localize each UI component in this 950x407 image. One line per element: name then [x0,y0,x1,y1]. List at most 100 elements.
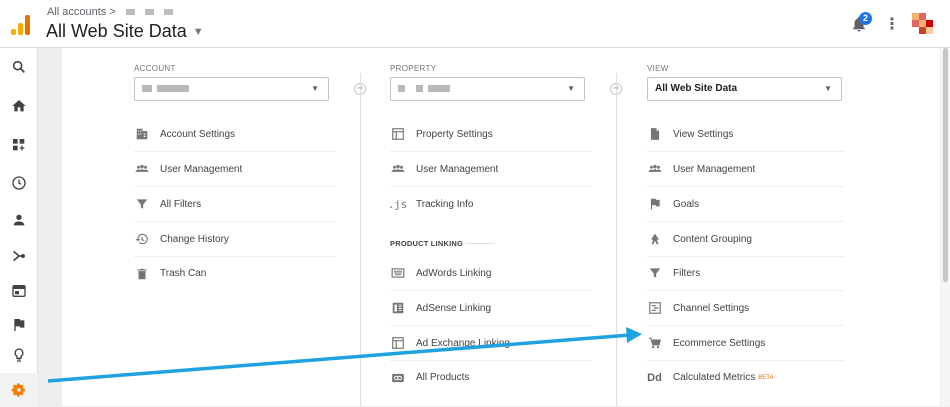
property-select[interactable]: ▼ [390,77,585,101]
account-user-management-item[interactable]: User Management [134,152,336,187]
beta-badge: BETA [758,374,774,381]
item-label: Goals [673,198,700,210]
all-filters-item[interactable]: All Filters [134,187,336,222]
notification-badge: 2 [859,12,872,25]
trash-can-item[interactable]: Trash Can [134,256,336,291]
item-label: Account Settings [160,128,236,140]
flag-icon [647,197,662,212]
page-title: All Web Site Data [46,21,187,41]
view-label: VIEW [647,64,669,73]
property-user-management-item[interactable]: User Management [390,152,592,187]
item-label: View Settings [673,128,734,140]
view-settings-item[interactable]: View Settings [647,117,844,152]
redacted-block [163,9,173,15]
tracking-info-item[interactable]: .js Tracking Info [387,187,592,222]
person-icon [13,214,25,226]
nav-acquisition[interactable] [0,239,38,273]
item-label: User Management [673,163,756,175]
nav-customization[interactable] [0,128,38,162]
item-label: Change History [160,233,229,245]
change-history-item[interactable]: Change History [134,222,336,257]
redacted-block [398,84,405,92]
breadcrumb[interactable]: All accounts > [47,6,173,18]
calculated-metrics-item[interactable]: Dd Calculated Metrics BETA [647,360,844,395]
view-select-value: All Web Site Data [655,83,738,94]
content-grouping-item[interactable]: Content Grouping [647,222,844,257]
keyboard-icon [390,266,405,281]
ad-exchange-linking-item[interactable]: Ad Exchange Linking [390,326,592,361]
all-products-item[interactable]: All Products [390,360,592,395]
link-icon [390,370,405,385]
redacted-block [157,84,189,92]
item-label: User Management [416,163,499,175]
users-icon [134,162,149,177]
ecommerce-settings-item[interactable]: Ecommerce Settings [647,326,844,361]
section-divider [465,243,495,244]
search-icon [12,60,25,73]
cart-icon [647,336,662,351]
filter-icon [134,197,149,212]
item-label: Trash Can [160,268,207,279]
property-settings-item[interactable]: Property Settings [390,117,592,152]
nav-admin[interactable] [0,373,38,407]
window-icon [390,336,405,351]
account-label: ACCOUNT [134,64,176,73]
scrollbar[interactable] [941,48,950,406]
filters-item[interactable]: Filters [647,256,844,291]
admin-panel: ACCOUNT ▼ ➜ Account Settings User Manage… [62,48,940,406]
account-select[interactable]: ▼ [134,77,329,101]
goals-item[interactable]: Goals [647,187,844,222]
window-icon [390,127,405,142]
redacted-block [125,9,135,15]
scrollbar-thumb[interactable] [943,48,948,282]
redacted-block [428,84,450,92]
view-select[interactable]: All Web Site Data ▼ [647,77,842,101]
nav-discover[interactable] [0,338,38,372]
item-label: Ad Exchange Linking [416,337,510,349]
view-selector[interactable]: All Web Site Data ▼ [46,21,204,42]
redacted-block [416,84,423,92]
trash-icon [134,266,149,281]
users-icon [647,162,662,177]
clock-icon [12,176,26,190]
nav-audience[interactable] [0,203,38,237]
avatar[interactable] [912,13,934,35]
nav-realtime[interactable] [0,166,38,200]
acquisition-icon [13,250,25,262]
item-label: Property Settings [416,128,493,140]
item-label: All Filters [160,198,202,210]
item-label: AdSense Linking [416,302,492,314]
caret-down-icon: ▼ [824,84,832,93]
more-vert-icon[interactable]: ⋮ [884,14,900,34]
item-label: Content Grouping [673,233,752,245]
redacted-block [144,9,154,15]
item-label: Tracking Info [416,199,474,210]
account-settings-item[interactable]: Account Settings [134,117,336,152]
item-label: Filters [673,267,701,279]
gear-icon [11,383,25,397]
nav-behavior[interactable] [0,274,38,308]
nav-home[interactable] [0,89,38,123]
nav-conversions[interactable] [0,308,38,342]
property-label: PROPERTY [390,64,437,73]
channel-settings-item[interactable]: Channel Settings [647,291,844,326]
breadcrumb-text[interactable]: All accounts > [47,6,116,18]
view-user-management-item[interactable]: User Management [647,152,844,187]
walk-icon [647,232,662,247]
js-icon: .js [387,198,408,211]
adsense-linking-item[interactable]: AdSense Linking [390,291,592,326]
adsense-icon [390,301,405,316]
analytics-logo-icon[interactable] [11,15,31,35]
item-label: User Management [160,163,243,175]
nav-search[interactable] [0,50,38,84]
left-nav [0,48,38,407]
column-divider [616,73,617,406]
lightbulb-icon [14,348,24,362]
filter-icon [647,266,662,281]
browser-window-icon [12,285,26,297]
channel-icon [647,301,662,316]
adwords-linking-item[interactable]: AdWords Linking [390,256,592,291]
caret-down-icon: ▼ [192,25,204,38]
top-header: All accounts > All Web Site Data ▼ 2 ⋮ [0,0,950,48]
building-icon [134,127,149,142]
